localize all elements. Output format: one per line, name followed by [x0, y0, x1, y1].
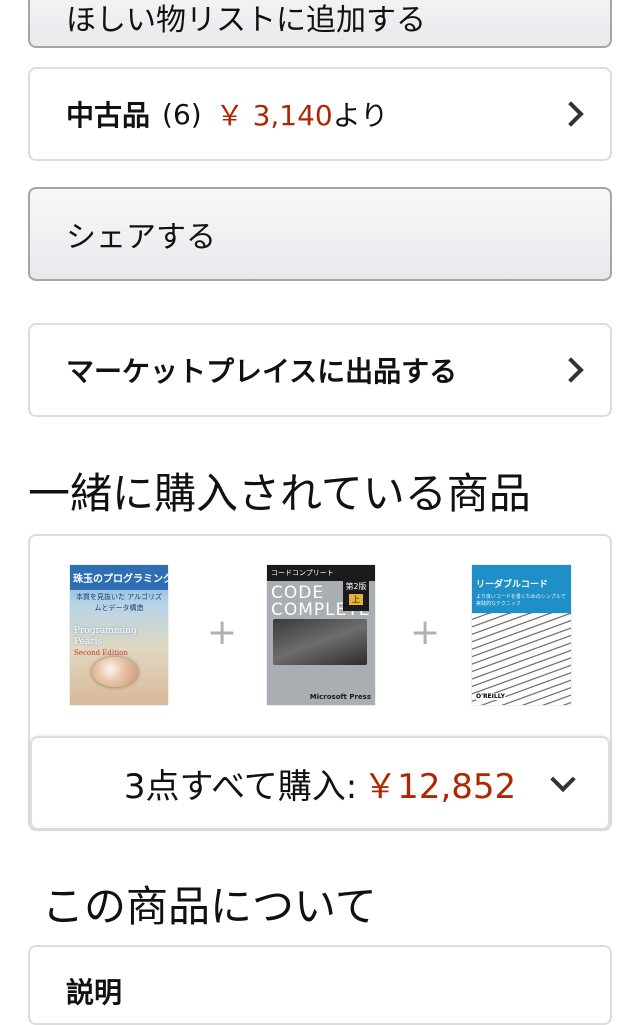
marketplace-sell-label: マーケットプレイスに出品する: [66, 355, 458, 388]
share-label: シェアする: [66, 220, 216, 255]
used-offer-count: (6): [162, 97, 202, 131]
share-button[interactable]: シェアする: [28, 187, 612, 281]
used-offer-row[interactable]: 中古品 (6) ￥ 3,140 より: [28, 67, 612, 161]
book-english-title: Programming Pearls: [74, 626, 137, 647]
buy-all-row[interactable]: 3点すべて購入: ￥12,852: [30, 736, 610, 830]
book-cover-readable-code[interactable]: リーダブルコード より良いコードを書くためのシンプルで実践的なテクニック O'R…: [472, 565, 571, 705]
book-edition-label: 第2版: [345, 582, 367, 591]
book-series: コードコンプリート: [267, 565, 375, 581]
book-subtitle: 本質を見抜いた アルゴリズムとデータ構造: [75, 593, 162, 612]
book-code-title: CODE COMPLETE: [271, 583, 371, 620]
bought-together-heading: 一緒に購入されている商品: [28, 469, 531, 518]
book-cover-programming-pearls[interactable]: 珠玉のプログラミング 本質を見抜いた アルゴリズムとデータ構造 Programm…: [70, 565, 168, 705]
book-publisher: Microsoft Press: [309, 693, 371, 701]
book-edition-badge: 第2版 上: [343, 581, 369, 611]
buy-all-label: 3点すべて購入:: [123, 766, 358, 807]
marketplace-sell-row[interactable]: マーケットプレイスに出品する: [28, 323, 612, 417]
used-offer-price: ￥ 3,140: [215, 99, 333, 132]
book-title: 珠玉のプログラミング: [70, 565, 168, 590]
chevron-right-icon: [558, 101, 584, 127]
book-title: リーダブルコード: [472, 565, 571, 594]
add-to-wishlist-button[interactable]: ほしい物リストに追加する: [28, 0, 612, 48]
used-offer-label: 中古品: [66, 99, 151, 132]
description-card[interactable]: 説明: [28, 945, 612, 1025]
book-subtitle: より良いコードを書くためのシンプルで実践的なテクニック: [472, 594, 571, 614]
book-keyboard-image: [273, 619, 367, 665]
description-label: 説明: [66, 976, 123, 1009]
plus-icon: +: [207, 612, 238, 653]
used-offer-suffix: より: [332, 99, 389, 132]
buy-all-price: ￥12,852: [363, 766, 517, 807]
chevron-down-icon: [550, 766, 576, 793]
book-sheet-music-image: [472, 613, 571, 705]
about-item-heading: この商品について: [42, 882, 377, 931]
plus-icon: +: [410, 612, 441, 653]
add-to-wishlist-label: ほしい物リストに追加する: [66, 3, 426, 38]
book-volume-label: 上: [349, 594, 363, 605]
book-cover-code-complete[interactable]: コードコンプリート CODE COMPLETE 第2版 上 Microsoft …: [267, 565, 375, 705]
chevron-right-icon: [558, 357, 584, 383]
book-jewel-icon: [92, 657, 138, 687]
book-publisher: O'REILLY: [476, 693, 505, 700]
